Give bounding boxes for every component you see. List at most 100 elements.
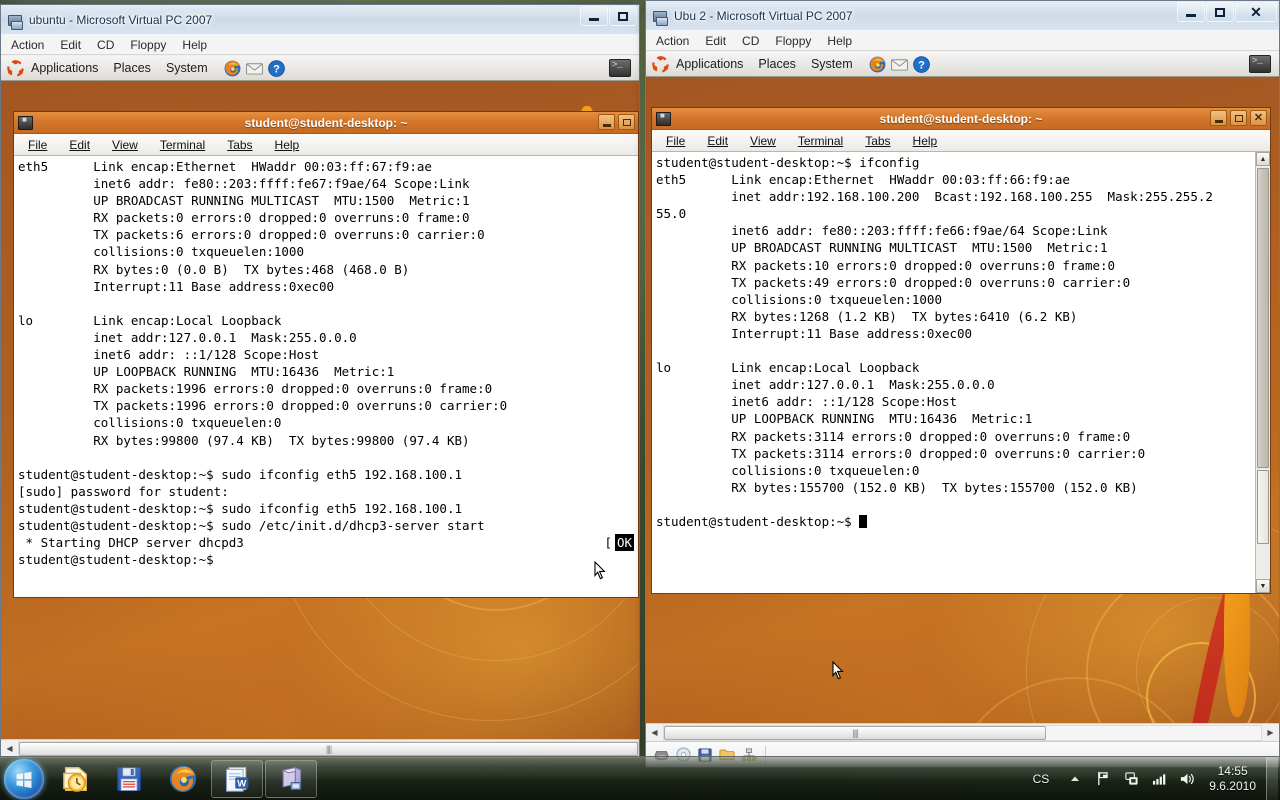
firefox-icon[interactable] — [223, 59, 242, 78]
terminal-menu-edit[interactable]: Edit — [69, 138, 90, 152]
terminal-output-right[interactable]: student@student-desktop:~$ ifconfig eth5 … — [652, 152, 1255, 593]
scroll-left-arrow-icon[interactable]: ◀ — [1, 741, 18, 757]
evolution-mail-icon[interactable] — [245, 59, 264, 78]
terminal-menu-tabs[interactable]: Tabs — [227, 138, 252, 152]
gnome-panel-tray[interactable] — [1249, 55, 1271, 73]
hscroll-thumb[interactable]: |||| — [664, 725, 1047, 740]
guest-screen[interactable]: Applications Places System ? >_ ■ studen… — [646, 52, 1279, 723]
menu-cd[interactable]: CD — [742, 34, 770, 48]
evolution-mail-icon[interactable] — [890, 55, 909, 74]
menu-cd[interactable]: CD — [97, 38, 125, 52]
menu-edit[interactable]: Edit — [60, 38, 92, 52]
guest-screen[interactable]: Applications Places System ? >_ ■ studen… — [1, 56, 639, 739]
volume-icon[interactable] — [1176, 768, 1198, 790]
terminal-window-controls[interactable]: ✕ — [1210, 110, 1267, 126]
vpc-horizontal-scrollbar-right[interactable]: ◀ |||| ▶ — [646, 723, 1279, 741]
terminal-content-area[interactable]: student@student-desktop:~$ ifconfig eth5 … — [652, 152, 1270, 593]
firefox-icon[interactable] — [868, 55, 887, 74]
terminal-menu-view[interactable]: View — [750, 134, 776, 148]
scrollbar-thumb[interactable] — [1257, 168, 1269, 468]
gnome-terminal-window-left[interactable]: student@student-desktop: ~ File Edit Vie… — [13, 111, 639, 598]
terminal-menu-help[interactable]: Help — [913, 134, 938, 148]
menu-help[interactable]: Help — [827, 34, 863, 48]
taskbar-item-save-floppy[interactable] — [103, 760, 155, 798]
gnome-menu-applications[interactable]: Applications — [31, 61, 98, 75]
gnome-menu-places[interactable]: Places — [758, 57, 796, 71]
menu-floppy[interactable]: Floppy — [130, 38, 177, 52]
window-controls[interactable]: ✕ — [1176, 2, 1277, 22]
window-titlebar[interactable]: ubuntu - Microsoft Virtual PC 2007 — [1, 5, 639, 35]
hscroll-track[interactable]: |||| — [663, 724, 1262, 741]
terminal-window-icon[interactable] — [609, 59, 631, 77]
language-indicator[interactable]: CS — [1033, 772, 1050, 786]
gnome-menu-system[interactable]: System — [166, 61, 208, 75]
gnome-menu-applications[interactable]: Applications — [676, 57, 743, 71]
terminal-content-area[interactable]: eth5 Link encap:Ethernet HWaddr 00:03:ff… — [14, 156, 638, 597]
terminal-menu-edit[interactable]: Edit — [707, 134, 728, 148]
scroll-right-arrow-icon[interactable]: ▶ — [1262, 725, 1279, 741]
terminal-menu-view[interactable]: View — [112, 138, 138, 152]
taskbar-item-virtual-pc[interactable] — [265, 759, 317, 798]
show-hidden-icons-icon[interactable] — [1064, 768, 1086, 790]
vpc-horizontal-scrollbar-left[interactable]: ◀ |||| — [1, 739, 639, 757]
scroll-down-arrow-icon[interactable]: ▼ — [1256, 579, 1270, 593]
terminal-menubar[interactable]: File Edit View Terminal Tabs Help — [14, 134, 638, 156]
vpc-menubar[interactable]: Action Edit CD Floppy Help — [1, 35, 639, 55]
terminal-titlebar[interactable]: student@student-desktop: ~ — [14, 112, 638, 134]
terminal-menu-file[interactable]: File — [28, 138, 47, 152]
gnome-panel-tray[interactable] — [609, 59, 631, 77]
maximize-button[interactable] — [609, 6, 637, 26]
gnome-top-panel[interactable]: Applications Places System ? >_ — [1, 56, 639, 81]
taskbar-item-outlook[interactable] — [49, 760, 101, 798]
hscroll-track[interactable]: |||| — [18, 740, 639, 757]
signal-bars-icon[interactable] — [1148, 768, 1170, 790]
windows-taskbar[interactable]: W CS 14:55 9.6.2010 — [0, 756, 1280, 800]
terminal-menu-tabs[interactable]: Tabs — [865, 134, 890, 148]
terminal-maximize-button[interactable] — [1230, 110, 1247, 126]
gnome-terminal-window-right[interactable]: student@student-desktop: ~ ✕ File Edit V… — [651, 107, 1271, 594]
scroll-up-arrow-icon[interactable]: ▲ — [1256, 152, 1270, 166]
terminal-menu-file[interactable]: File — [666, 134, 685, 148]
scrollbar-thumb-lower[interactable] — [1257, 470, 1269, 544]
network-icon[interactable] — [1120, 768, 1142, 790]
flag-action-center-icon[interactable] — [1092, 768, 1114, 790]
help-icon[interactable]: ? — [267, 59, 286, 78]
terminal-menu-help[interactable]: Help — [275, 138, 300, 152]
taskbar-item-word[interactable]: W — [211, 759, 263, 798]
virtual-pc-window-ubu2[interactable]: Ubu 2 - Microsoft Virtual PC 2007 ✕ Acti… — [645, 0, 1280, 768]
taskbar-item-firefox[interactable] — [157, 760, 209, 798]
terminal-close-button[interactable]: ✕ — [1250, 110, 1267, 126]
minimize-button[interactable] — [1177, 2, 1205, 22]
window-titlebar[interactable]: Ubu 2 - Microsoft Virtual PC 2007 ✕ — [646, 1, 1279, 31]
terminal-output-left[interactable]: eth5 Link encap:Ethernet HWaddr 00:03:ff… — [14, 156, 638, 597]
terminal-menubar[interactable]: File Edit View Terminal Tabs Help — [652, 130, 1270, 152]
minimize-button[interactable] — [580, 6, 608, 26]
maximize-button[interactable] — [1206, 2, 1234, 22]
terminal-minimize-button[interactable] — [598, 114, 615, 130]
terminal-window-controls[interactable] — [598, 114, 635, 130]
menu-floppy[interactable]: Floppy — [775, 34, 822, 48]
gnome-menu-places[interactable]: Places — [113, 61, 151, 75]
start-button[interactable] — [4, 758, 44, 799]
gnome-top-panel[interactable]: Applications Places System ? >_ — [646, 52, 1279, 77]
menu-action[interactable]: Action — [11, 38, 55, 52]
terminal-vertical-scrollbar[interactable]: ▲ ▼ — [1255, 152, 1270, 593]
taskbar-clock[interactable]: 14:55 9.6.2010 — [1201, 764, 1266, 794]
terminal-minimize-button[interactable] — [1210, 110, 1227, 126]
menu-edit[interactable]: Edit — [705, 34, 737, 48]
terminal-menu-terminal[interactable]: Terminal — [798, 134, 843, 148]
vpc-menubar[interactable]: Action Edit CD Floppy Help — [646, 31, 1279, 51]
window-controls[interactable] — [579, 6, 637, 26]
terminal-titlebar[interactable]: student@student-desktop: ~ ✕ — [652, 108, 1270, 130]
terminal-maximize-button[interactable] — [618, 114, 635, 130]
terminal-window-icon[interactable] — [1249, 55, 1271, 73]
gnome-menu-system[interactable]: System — [811, 57, 853, 71]
show-desktop-button[interactable] — [1266, 756, 1278, 800]
menu-action[interactable]: Action — [656, 34, 700, 48]
help-icon[interactable]: ? — [912, 55, 931, 74]
hscroll-thumb[interactable]: |||| — [19, 741, 638, 756]
close-button[interactable]: ✕ — [1235, 2, 1277, 22]
menu-help[interactable]: Help — [182, 38, 218, 52]
system-tray[interactable]: CS 14:55 9.6.2010 — [1027, 756, 1280, 800]
scroll-left-arrow-icon[interactable]: ◀ — [646, 725, 663, 741]
